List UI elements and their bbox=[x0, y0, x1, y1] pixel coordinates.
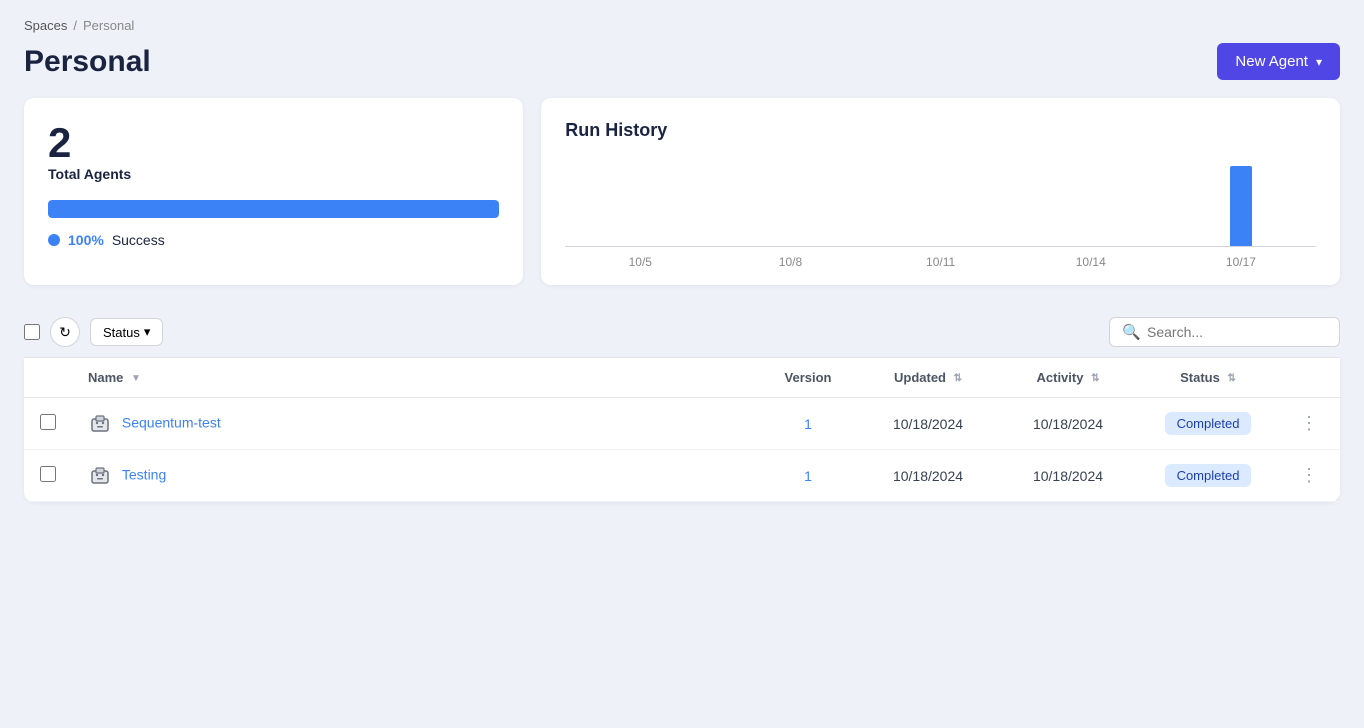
agents-table: Name ▼ Version Updated ⇅ Activity ⇅ bbox=[24, 358, 1340, 502]
search-icon: 🔍 bbox=[1122, 323, 1141, 341]
th-more bbox=[1278, 358, 1340, 398]
new-agent-label: New Agent bbox=[1235, 53, 1308, 70]
row-status-cell: Completed bbox=[1138, 450, 1278, 502]
th-status: Status ⇅ bbox=[1138, 358, 1278, 398]
total-agents-number: 2 bbox=[48, 120, 499, 166]
page-header: Personal New Agent ▾ bbox=[24, 43, 1340, 80]
success-label: Success bbox=[112, 232, 165, 248]
agent-icon-1 bbox=[88, 464, 112, 488]
row-name-cell: Sequentum-test bbox=[72, 398, 758, 450]
toolbar: ↻ Status ▾ 🔍 bbox=[24, 307, 1340, 358]
refresh-icon: ↻ bbox=[59, 324, 71, 341]
page-title: Personal bbox=[24, 45, 151, 79]
name-sort-icon[interactable]: ▼ bbox=[131, 373, 141, 384]
th-activity: Activity ⇅ bbox=[998, 358, 1138, 398]
cards-row: 2 Total Agents 100% Success Run History … bbox=[24, 98, 1340, 285]
th-status-label: Status bbox=[1180, 370, 1220, 385]
breadcrumb: Spaces / Personal bbox=[24, 18, 1340, 33]
breadcrumb-spaces[interactable]: Spaces bbox=[24, 18, 67, 33]
updated-sort-icon[interactable]: ⇅ bbox=[954, 373, 962, 384]
row-checkbox-0[interactable] bbox=[40, 414, 56, 430]
breadcrumb-current: Personal bbox=[83, 18, 134, 33]
row-checkbox-1[interactable] bbox=[40, 466, 56, 482]
success-dot bbox=[48, 234, 60, 246]
chevron-down-icon: ▾ bbox=[1316, 55, 1322, 69]
version-link-1[interactable]: 1 bbox=[804, 468, 812, 484]
row-version-cell: 1 bbox=[758, 398, 858, 450]
status-badge-1: Completed bbox=[1165, 464, 1252, 487]
run-history-chart: 10/510/810/1110/1410/17 bbox=[565, 159, 1316, 269]
new-agent-button[interactable]: New Agent ▾ bbox=[1217, 43, 1340, 80]
table-row: Testing 1 10/18/2024 10/18/2024 Complete… bbox=[24, 450, 1340, 502]
chart-label-1: 10/8 bbox=[715, 255, 865, 269]
status-badge-0: Completed bbox=[1165, 412, 1252, 435]
agents-tbody: Sequentum-test 1 10/18/2024 10/18/2024 C… bbox=[24, 398, 1340, 502]
agent-name-link-1[interactable]: Testing bbox=[122, 466, 166, 482]
status-filter-button[interactable]: Status ▾ bbox=[90, 318, 163, 346]
run-history-title: Run History bbox=[565, 120, 1316, 141]
row-version-cell: 1 bbox=[758, 450, 858, 502]
search-box[interactable]: 🔍 bbox=[1109, 317, 1340, 347]
chart-label-3: 10/14 bbox=[1016, 255, 1166, 269]
th-name-label: Name bbox=[88, 370, 123, 385]
stats-card: 2 Total Agents 100% Success bbox=[24, 98, 523, 285]
search-input[interactable] bbox=[1147, 324, 1327, 340]
th-activity-label: Activity bbox=[1037, 370, 1084, 385]
table-row: Sequentum-test 1 10/18/2024 10/18/2024 C… bbox=[24, 398, 1340, 450]
row-status-cell: Completed bbox=[1138, 398, 1278, 450]
row-more-button-0[interactable]: ⋮ bbox=[1294, 411, 1324, 436]
status-filter-label: Status bbox=[103, 325, 140, 340]
activity-sort-icon[interactable]: ⇅ bbox=[1091, 373, 1099, 384]
row-activity-cell: 10/18/2024 bbox=[998, 450, 1138, 502]
chart-label-2: 10/11 bbox=[866, 255, 1016, 269]
chart-bar-4 bbox=[1230, 166, 1252, 246]
version-link-0[interactable]: 1 bbox=[804, 416, 812, 432]
row-checkbox-cell bbox=[24, 398, 72, 450]
chart-labels: 10/510/810/1110/1410/17 bbox=[565, 255, 1316, 269]
success-row: 100% Success bbox=[48, 232, 499, 248]
refresh-button[interactable]: ↻ bbox=[50, 317, 80, 347]
success-pct: 100% bbox=[68, 232, 104, 248]
run-history-card: Run History 10/510/810/1110/1410/17 bbox=[541, 98, 1340, 285]
row-name-cell: Testing bbox=[72, 450, 758, 502]
row-more-cell: ⋮ bbox=[1278, 398, 1340, 450]
chart-bar-col-4 bbox=[1166, 166, 1316, 246]
row-activity-cell: 10/18/2024 bbox=[998, 398, 1138, 450]
row-updated-cell: 10/18/2024 bbox=[858, 398, 998, 450]
row-updated-cell: 10/18/2024 bbox=[858, 450, 998, 502]
agent-name-link-0[interactable]: Sequentum-test bbox=[122, 414, 221, 430]
row-more-button-1[interactable]: ⋮ bbox=[1294, 463, 1324, 488]
breadcrumb-separator: / bbox=[73, 18, 77, 33]
progress-bar-fill bbox=[48, 200, 499, 218]
chart-bars bbox=[565, 157, 1316, 247]
total-agents-label: Total Agents bbox=[48, 166, 499, 182]
chart-label-0: 10/5 bbox=[565, 255, 715, 269]
agents-table-container: Name ▼ Version Updated ⇅ Activity ⇅ bbox=[24, 358, 1340, 502]
row-more-cell: ⋮ bbox=[1278, 450, 1340, 502]
status-filter-chevron: ▾ bbox=[144, 324, 151, 340]
agent-icon-0 bbox=[88, 412, 112, 436]
chart-label-4: 10/17 bbox=[1166, 255, 1316, 269]
th-version-label: Version bbox=[785, 370, 832, 385]
th-name: Name ▼ bbox=[72, 358, 758, 398]
th-updated: Updated ⇅ bbox=[858, 358, 998, 398]
status-sort-icon[interactable]: ⇅ bbox=[1227, 373, 1235, 384]
row-checkbox-cell bbox=[24, 450, 72, 502]
select-all-checkbox[interactable] bbox=[24, 324, 40, 340]
th-version: Version bbox=[758, 358, 858, 398]
th-checkbox bbox=[24, 358, 72, 398]
progress-bar-track bbox=[48, 200, 499, 218]
th-updated-label: Updated bbox=[894, 370, 946, 385]
table-header-row: Name ▼ Version Updated ⇅ Activity ⇅ bbox=[24, 358, 1340, 398]
